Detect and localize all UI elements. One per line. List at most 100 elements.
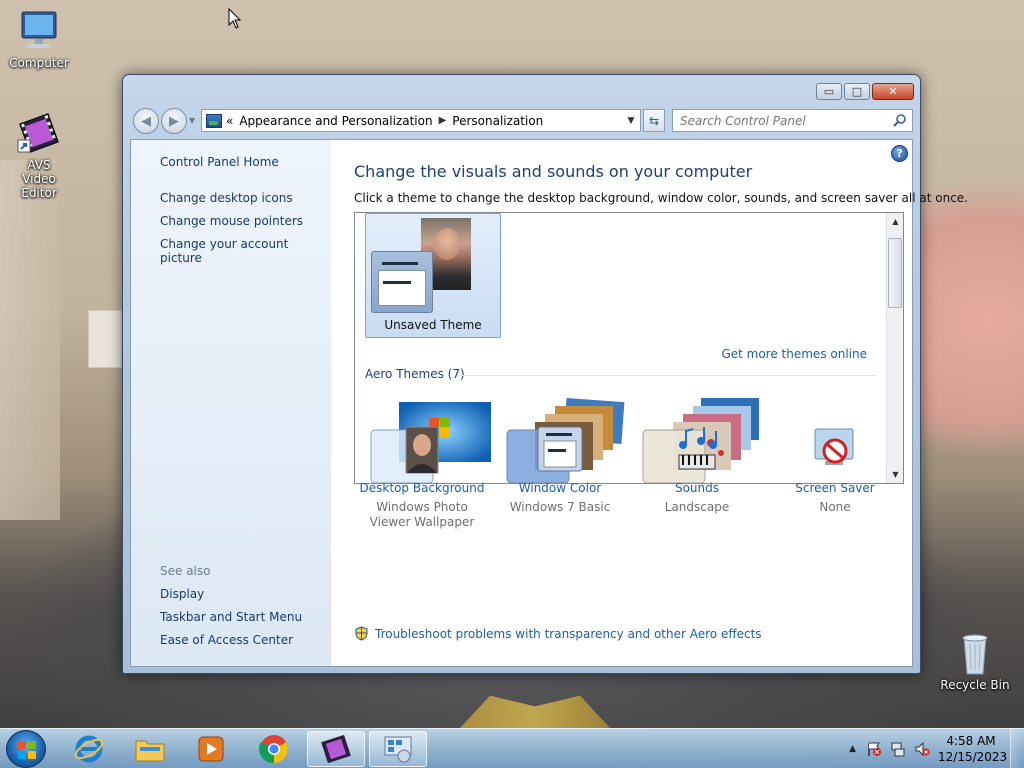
address-overflow-chevron[interactable]: « [226, 114, 233, 128]
wallpaper-door [0, 160, 60, 520]
control-panel-icon [206, 113, 222, 128]
display-link[interactable]: Display [160, 587, 204, 601]
refresh-button[interactable]: ⇆ [643, 109, 665, 132]
screensaver-none-icon [811, 425, 859, 475]
main-pane: ? Change the visuals and sounds on your … [331, 140, 968, 666]
show-hidden-icons-icon[interactable]: ▲ [849, 744, 856, 754]
breadcrumb-appearance[interactable]: Appearance and Personalization [239, 114, 432, 128]
maximize-button[interactable]: □ [844, 83, 870, 100]
content-area: Control Panel Home Change desktop icons … [130, 139, 968, 667]
minimize-button[interactable]: ▭ [816, 83, 842, 100]
search-box[interactable] [672, 109, 913, 132]
taskbar-start-menu-link[interactable]: Taskbar and Start Menu [160, 610, 302, 624]
address-dropdown-icon[interactable]: ▼ [622, 116, 640, 126]
theme-name: Unsaved Theme [384, 318, 482, 332]
maximize-icon: □ [851, 85, 863, 98]
show-desktop-button[interactable] [1010, 729, 1020, 768]
change-mouse-pointers-link[interactable]: Change mouse pointers [160, 214, 303, 228]
recent-pages-chevron-icon[interactable]: ▼ [189, 116, 195, 125]
wallpaper-light-switch [88, 310, 122, 368]
forward-arrow-icon: ▶ [169, 113, 179, 129]
get-more-themes-link[interactable]: Get more themes online [721, 347, 867, 361]
taskbar-control-panel[interactable] [369, 731, 427, 767]
desktop-background-item[interactable]: Desktop Background Windows Photo Viewer … [357, 425, 487, 530]
forward-button[interactable]: ▶ [161, 108, 187, 134]
window-color-link[interactable]: Window Color [495, 481, 625, 495]
taskbar: ▲ 4:58 AM 12/15/2023 [0, 728, 1024, 768]
troubleshoot-label[interactable]: Troubleshoot problems with transparency … [375, 627, 762, 641]
window-color-icon [536, 425, 584, 475]
personalization-window: ▭ □ ✕ ◀ ▶ ▼ « Appearance and Personaliza… [122, 74, 968, 674]
see-also-header: See also [160, 564, 211, 578]
computer-icon [16, 8, 62, 54]
back-arrow-icon: ◀ [141, 113, 151, 129]
screen-saver-value: None [819, 500, 851, 514]
system-tray: ▲ 4:58 AM 12/15/2023 [849, 729, 1020, 768]
ease-of-access-link[interactable]: Ease of Access Center [160, 633, 293, 647]
internet-explorer-icon [74, 735, 104, 763]
desktop-icon-computer[interactable]: Computer [4, 8, 74, 70]
left-pane: Control Panel Home Change desktop icons … [131, 140, 331, 666]
screen-saver-item[interactable]: Screen Saver None [770, 425, 900, 515]
action-center-flag-icon[interactable] [866, 741, 882, 757]
sounds-link[interactable]: Sounds [632, 481, 762, 495]
desktop-icon-recycle-bin[interactable]: Recycle Bin [940, 630, 1010, 692]
scroll-up-icon[interactable]: ▲ [887, 213, 903, 230]
control-panel-icon [384, 736, 412, 763]
breadcrumb-separator-icon[interactable]: ▶ [439, 115, 447, 126]
screen-saver-link[interactable]: Screen Saver [770, 481, 900, 495]
window-color-item[interactable]: Window Color Windows 7 Basic [495, 425, 625, 515]
volume-muted-icon[interactable] [914, 741, 930, 757]
unsaved-theme-tile[interactable]: Unsaved Theme [365, 213, 501, 338]
shield-icon [355, 626, 368, 641]
desktop-icon-label: Recycle Bin [940, 678, 1010, 692]
scroll-thumb[interactable] [888, 238, 902, 308]
window-color-swatch [371, 251, 433, 313]
clock-date: 12/15/2023 [938, 750, 1008, 764]
minimize-icon: ▭ [823, 85, 835, 98]
clock[interactable]: 4:58 AM 12/15/2023 [938, 733, 1008, 765]
back-button[interactable]: ◀ [133, 108, 159, 134]
film-strip-icon [321, 734, 351, 764]
desktop-icon-avs-video-editor[interactable]: AVS Video Editor [4, 110, 74, 200]
desktop-icon-label: AVS Video Editor [21, 158, 57, 200]
close-icon: ✕ [888, 85, 898, 98]
sounds-item[interactable]: Sounds Landscape [632, 425, 762, 515]
desktop-background-value: Windows Photo Viewer Wallpaper [369, 500, 475, 529]
search-input[interactable] [680, 113, 880, 128]
taskbar-internet-explorer[interactable] [60, 731, 118, 767]
change-desktop-icons-link[interactable]: Change desktop icons [160, 191, 293, 205]
window-color-value: Windows 7 Basic [509, 500, 611, 514]
taskbar-file-explorer[interactable] [121, 731, 179, 767]
window-controls: ▭ □ ✕ [816, 83, 914, 100]
network-icon[interactable] [890, 741, 906, 757]
help-icon[interactable]: ? [891, 145, 908, 162]
section-divider [457, 375, 877, 376]
change-account-picture-link[interactable]: Change your account picture [160, 237, 331, 265]
start-button[interactable] [6, 730, 46, 768]
refresh-icon: ⇆ [648, 113, 660, 128]
taskbar-media-player[interactable] [182, 731, 240, 767]
mouse-cursor-icon [228, 8, 242, 29]
sounds-value: Landscape [664, 500, 730, 514]
music-notes-icon [673, 425, 721, 475]
photo-icon [398, 425, 446, 475]
search-icon[interactable] [892, 113, 908, 129]
taskbar-chrome[interactable] [245, 731, 303, 767]
page-subtitle: Click a theme to change the desktop back… [354, 191, 968, 205]
troubleshoot-link[interactable]: Troubleshoot problems with transparency … [354, 626, 762, 641]
clock-time: 4:58 AM [946, 734, 996, 748]
recycle-bin-icon [952, 630, 998, 676]
desktop-background-link[interactable]: Desktop Background [357, 481, 487, 495]
navigation-bar: ◀ ▶ ▼ « Appearance and Personalization ▶… [131, 107, 914, 135]
address-bar[interactable]: « Appearance and Personalization ▶ Perso… [201, 109, 641, 132]
aero-themes-header: Aero Themes (7) [365, 367, 465, 381]
chrome-icon [259, 735, 288, 764]
windows-logo-icon [18, 741, 36, 759]
control-panel-home-link[interactable]: Control Panel Home [160, 155, 279, 169]
film-strip-icon [16, 110, 62, 156]
taskbar-avs-video-editor[interactable] [307, 731, 365, 767]
page-title: Change the visuals and sounds on your co… [354, 162, 753, 181]
close-button[interactable]: ✕ [872, 83, 914, 100]
breadcrumb-personalization[interactable]: Personalization [452, 114, 543, 128]
